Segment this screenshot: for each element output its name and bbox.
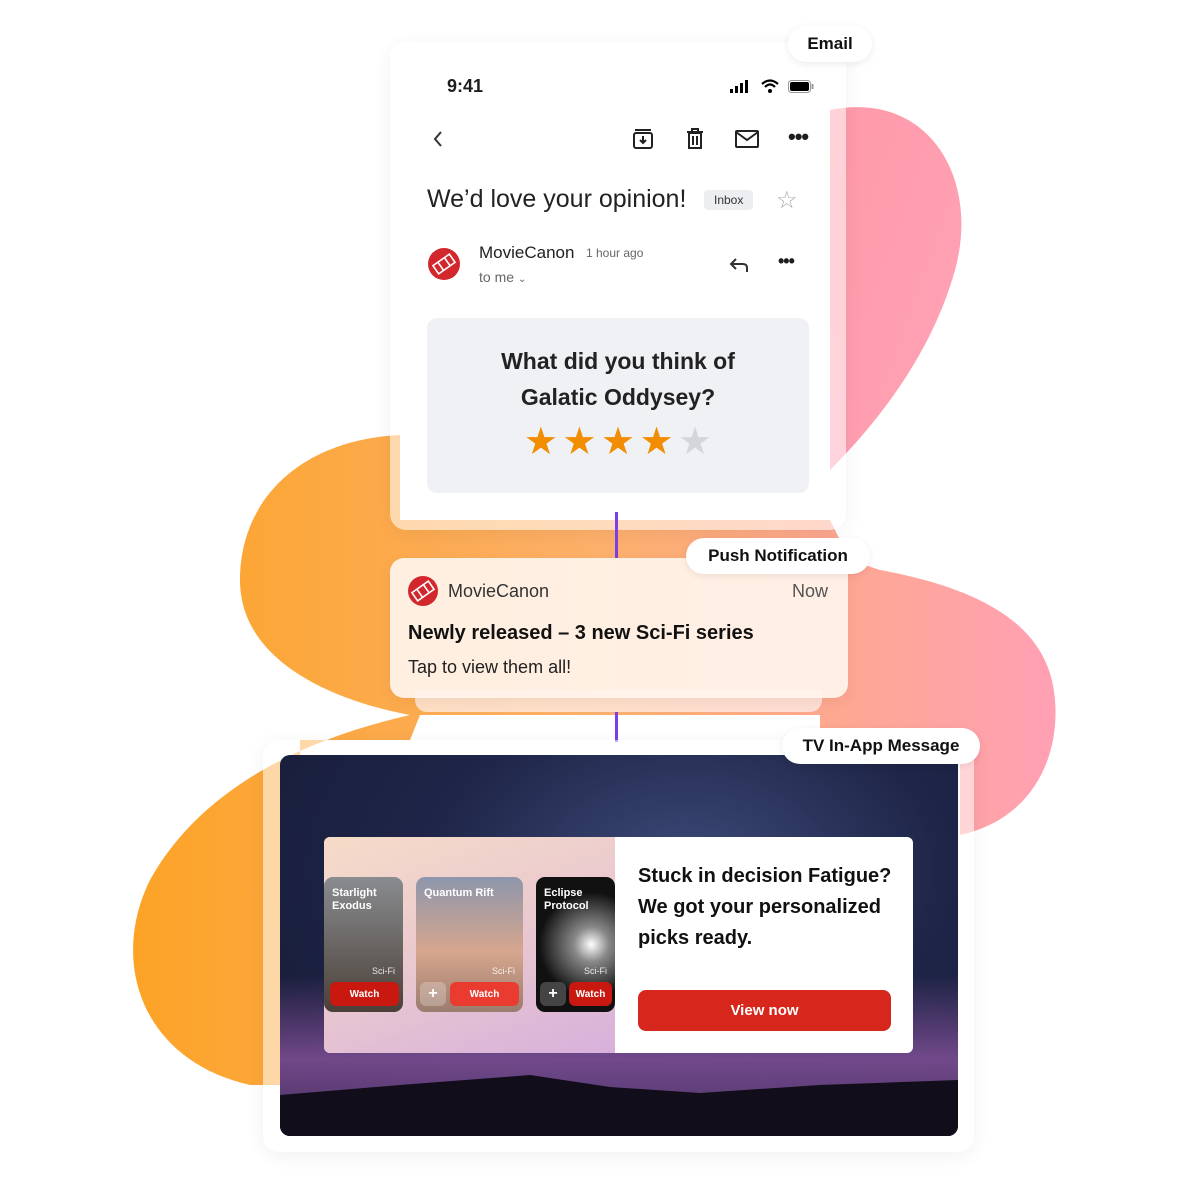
card-genre: Sci-Fi (372, 966, 395, 976)
chevron-down-icon: ⌄ (517, 274, 527, 285)
push-title: Newly released – 3 new Sci-Fi series (408, 622, 754, 644)
star-outline-icon[interactable]: ☆ (776, 186, 798, 215)
title-card[interactable]: Eclipse Protocol Sci-Fi + Watch (536, 877, 615, 1012)
watch-button[interactable]: Watch (330, 982, 399, 1006)
carousel-panel: Starlight Exodus Sci-Fi Watch Quantum Ri… (324, 837, 615, 1053)
rating-card: What did you think of Galatic Oddysey? ★… (427, 318, 809, 493)
more-icon[interactable]: ••• (788, 124, 809, 150)
mountain-silhouette (280, 1075, 958, 1136)
status-time: 9:41 (447, 76, 484, 96)
archive-icon[interactable] (632, 128, 654, 150)
card-title: Quantum Rift (424, 887, 494, 899)
app-icon (408, 576, 438, 606)
add-button[interactable]: + (540, 982, 566, 1006)
star-icon[interactable]: ★ (524, 421, 558, 463)
card-title: Eclipse Protocol (544, 887, 589, 912)
star-icon[interactable]: ★ (639, 421, 673, 463)
trash-icon[interactable] (685, 128, 705, 150)
card-genre: Sci-Fi (492, 966, 515, 976)
star-rating[interactable]: ★ ★ ★ ★ ★ (427, 423, 809, 461)
mail-icon[interactable] (735, 130, 759, 148)
battery-icon (788, 80, 814, 93)
sender-name: MovieCanon (479, 243, 575, 262)
connector-line (615, 712, 618, 742)
signal-icon (730, 80, 748, 93)
rating-question-line2: Galatic Oddysey? (520, 384, 716, 410)
message-more-icon[interactable]: ••• (778, 251, 795, 272)
watch-button[interactable]: Watch (450, 982, 519, 1006)
email-phone-screen: 9:41 ••• We’d love your opinion! Inbox ☆… (408, 58, 830, 512)
email-channel-badge: Email (788, 26, 872, 62)
connector-line (615, 512, 618, 558)
in-app-message: Starlight Exodus Sci-Fi Watch Quantum Ri… (324, 837, 913, 1053)
recipient-label: to me (479, 269, 515, 285)
wifi-icon (761, 79, 779, 93)
rating-question-line1: What did you think of (501, 348, 735, 374)
card-title: Starlight Exodus (332, 887, 377, 912)
recipient-dropdown[interactable]: to me ⌄ (479, 269, 526, 285)
push-notification[interactable]: MovieCanon Now Newly released – 3 new Sc… (390, 558, 848, 698)
watch-button[interactable]: Watch (569, 982, 612, 1006)
title-card[interactable]: Starlight Exodus Sci-Fi Watch (324, 877, 403, 1012)
push-channel-badge: Push Notification (686, 538, 870, 574)
push-app-name: MovieCanon (448, 581, 550, 601)
email-subject: We’d love your opinion! (427, 185, 687, 213)
in-app-headline: Stuck in decision Fatigue? We got your p… (638, 865, 892, 949)
title-card[interactable]: Quantum Rift Sci-Fi + Watch (416, 877, 523, 1012)
back-chevron-icon[interactable] (432, 130, 444, 148)
reply-icon[interactable] (728, 256, 750, 274)
inbox-label[interactable]: Inbox (704, 190, 754, 210)
add-button[interactable]: + (420, 982, 446, 1006)
tv-channel-badge: TV In-App Message (782, 728, 980, 764)
view-now-button[interactable]: View now (638, 990, 891, 1031)
push-body: Tap to view them all! (408, 657, 572, 677)
star-icon[interactable]: ★ (601, 421, 635, 463)
time-ago: 1 hour ago (586, 246, 644, 260)
star-icon[interactable]: ★ (562, 421, 596, 463)
card-genre: Sci-Fi (584, 966, 607, 976)
push-time: Now (791, 581, 828, 601)
sender-avatar (428, 248, 460, 280)
star-icon[interactable]: ★ (678, 421, 712, 463)
